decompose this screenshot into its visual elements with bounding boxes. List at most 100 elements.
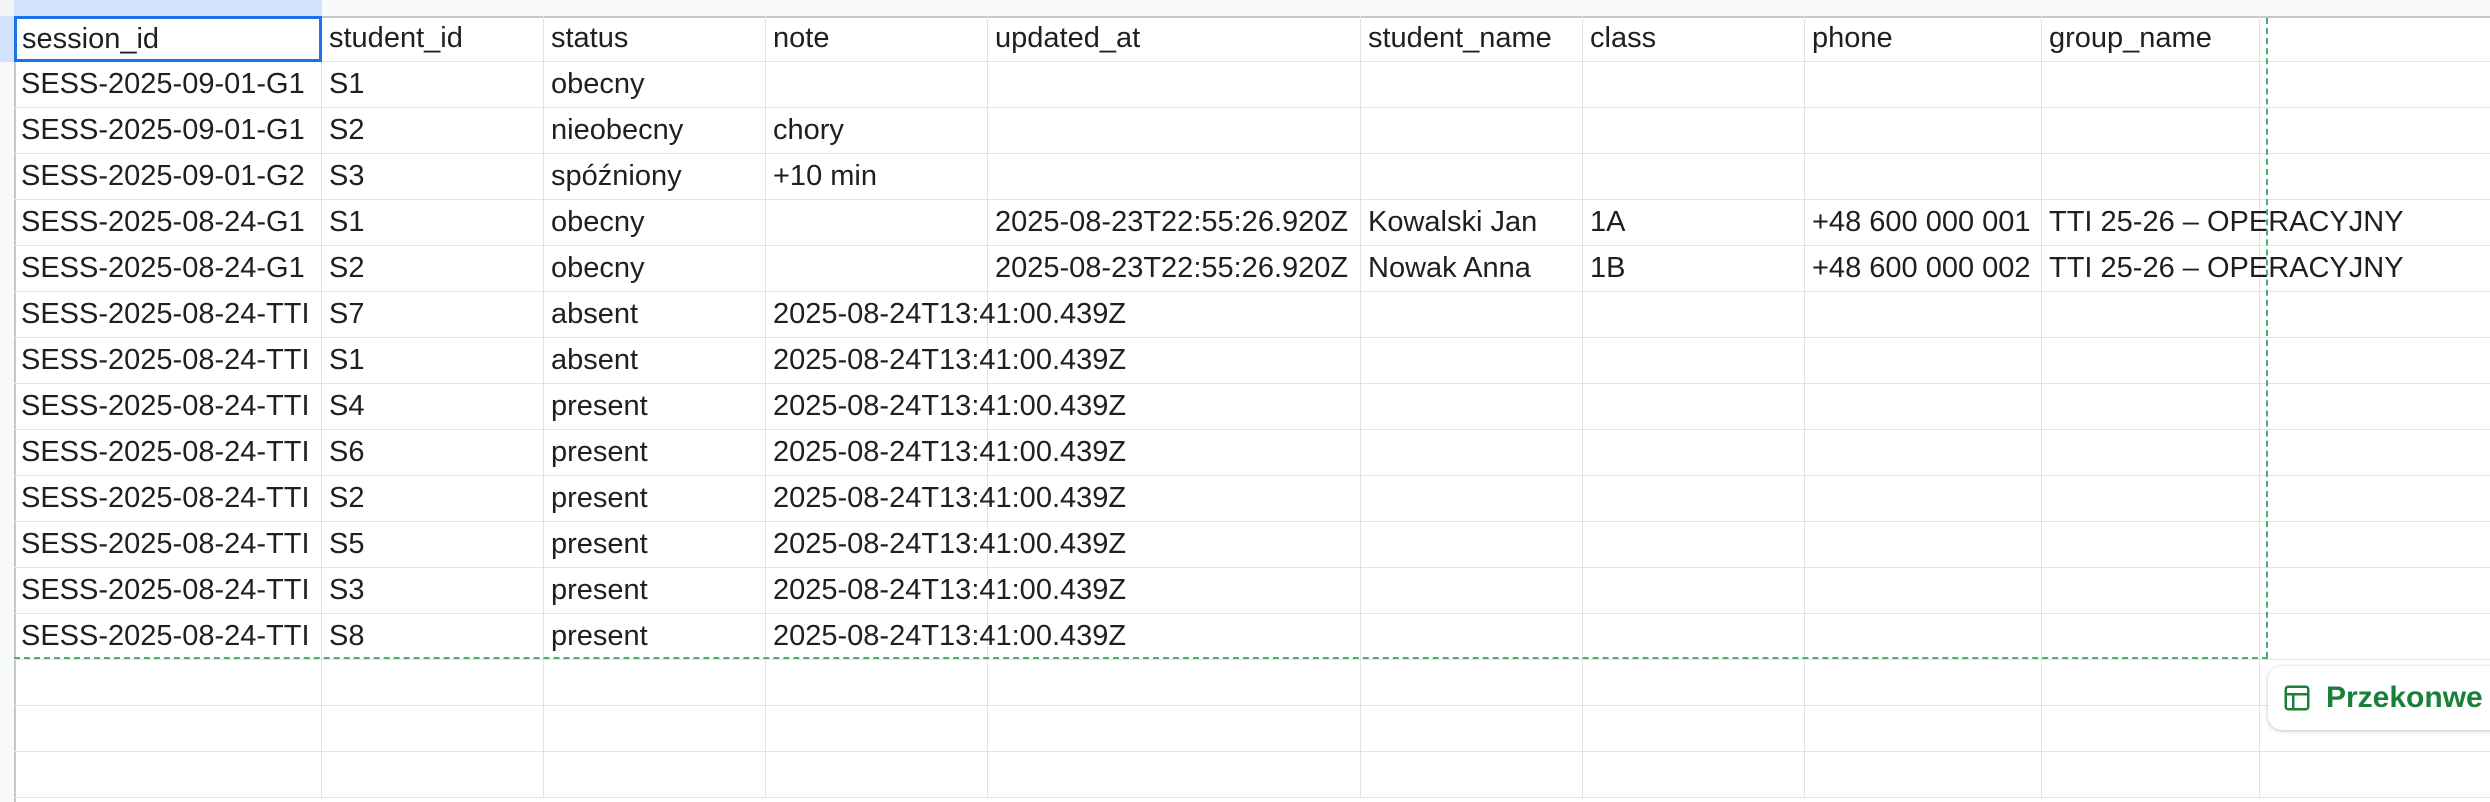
data-cell[interactable]	[2042, 154, 2260, 200]
data-cell[interactable]: S3	[322, 568, 544, 614]
data-cell[interactable]: present	[544, 522, 766, 568]
data-cell[interactable]	[2042, 706, 2260, 752]
data-cell[interactable]	[1805, 430, 2042, 476]
data-cell[interactable]	[988, 62, 1361, 108]
data-cell[interactable]	[1361, 660, 1583, 706]
data-cell[interactable]	[1361, 384, 1583, 430]
data-cell[interactable]	[1361, 752, 1583, 798]
data-cell[interactable]	[1805, 706, 2042, 752]
convert-to-table-chip[interactable]: Przekonwe	[2268, 666, 2490, 730]
data-cell[interactable]: 1A	[1583, 200, 1805, 246]
data-cell[interactable]	[2260, 476, 2490, 522]
data-cell[interactable]	[1361, 108, 1583, 154]
data-cell[interactable]	[2260, 568, 2490, 614]
header-cell[interactable]: updated_at	[988, 16, 1361, 62]
header-cell[interactable]: status	[544, 16, 766, 62]
data-cell[interactable]	[1361, 430, 1583, 476]
data-cell[interactable]	[1583, 338, 1805, 384]
data-cell[interactable]: 2025-08-24T13:41:00.439Z	[766, 522, 1126, 568]
data-cell[interactable]	[1583, 430, 1805, 476]
data-cell[interactable]: SESS-2025-08-24-TTI	[14, 384, 322, 430]
data-cell[interactable]: obecny	[544, 200, 766, 246]
data-cell[interactable]: S1	[322, 338, 544, 384]
data-cell[interactable]	[1805, 660, 2042, 706]
data-cell[interactable]	[988, 522, 1361, 568]
data-cell[interactable]	[988, 338, 1361, 384]
data-cell[interactable]	[2042, 108, 2260, 154]
data-cell[interactable]	[988, 154, 1361, 200]
data-cell[interactable]	[544, 706, 766, 752]
data-cell[interactable]: 2025-08-24T13:41:00.439Z	[766, 476, 1126, 522]
data-cell[interactable]	[1361, 62, 1583, 108]
data-cell[interactable]	[2042, 430, 2260, 476]
data-cell[interactable]: present	[544, 568, 766, 614]
data-cell[interactable]: present	[544, 476, 766, 522]
data-cell[interactable]: +48 600 000 001	[1805, 200, 2042, 246]
data-cell[interactable]	[988, 752, 1361, 798]
data-cell[interactable]: present	[544, 384, 766, 430]
data-cell[interactable]: SESS-2025-08-24-G1	[14, 246, 322, 292]
data-cell[interactable]	[1805, 154, 2042, 200]
data-cell[interactable]	[988, 706, 1361, 752]
data-cell[interactable]	[2260, 62, 2490, 108]
data-cell[interactable]: SESS-2025-08-24-TTI	[14, 292, 322, 338]
data-cell[interactable]: S2	[322, 246, 544, 292]
data-cell[interactable]: SESS-2025-09-01-G1	[14, 62, 322, 108]
data-cell[interactable]	[544, 752, 766, 798]
data-cell[interactable]	[2042, 62, 2260, 108]
data-cell[interactable]	[1361, 154, 1583, 200]
data-cell[interactable]	[2260, 430, 2490, 476]
data-cell[interactable]: nieobecny	[544, 108, 766, 154]
data-cell[interactable]	[988, 384, 1361, 430]
data-cell[interactable]: S2	[322, 108, 544, 154]
header-cell[interactable]: student_id	[322, 16, 544, 62]
data-cell[interactable]	[766, 752, 988, 798]
data-cell[interactable]: +48 600 000 002	[1805, 246, 2042, 292]
data-cell[interactable]	[988, 568, 1361, 614]
selected-column-header[interactable]	[14, 0, 322, 16]
data-cell[interactable]: present	[544, 614, 766, 660]
data-cell[interactable]: obecny	[544, 62, 766, 108]
data-cell[interactable]	[1805, 62, 2042, 108]
data-cell[interactable]	[1583, 154, 1805, 200]
data-cell[interactable]	[2260, 338, 2490, 384]
header-cell[interactable]: note	[766, 16, 988, 62]
data-cell[interactable]: SESS-2025-08-24-TTI	[14, 614, 322, 660]
data-cell[interactable]	[766, 246, 988, 292]
data-cell[interactable]	[1805, 522, 2042, 568]
data-cell[interactable]	[1805, 292, 2042, 338]
data-cell[interactable]	[766, 200, 988, 246]
data-cell[interactable]	[1583, 660, 1805, 706]
data-cell[interactable]	[2042, 338, 2260, 384]
data-cell[interactable]: 2025-08-24T13:41:00.439Z	[766, 338, 1126, 384]
data-cell[interactable]	[988, 476, 1361, 522]
data-cell[interactable]: Nowak Anna	[1361, 246, 1583, 292]
data-cell[interactable]	[766, 706, 988, 752]
data-cell[interactable]	[1361, 706, 1583, 752]
data-cell[interactable]	[1583, 752, 1805, 798]
data-cell[interactable]	[2260, 108, 2490, 154]
data-cell[interactable]	[14, 706, 322, 752]
data-cell[interactable]: spóźniony	[544, 154, 766, 200]
data-cell[interactable]	[1805, 338, 2042, 384]
data-cell[interactable]: S4	[322, 384, 544, 430]
data-cell[interactable]	[1361, 568, 1583, 614]
data-cell[interactable]	[2260, 200, 2490, 246]
data-cell[interactable]	[2042, 752, 2260, 798]
data-cell[interactable]	[2260, 246, 2490, 292]
data-cell[interactable]	[1805, 568, 2042, 614]
data-cell[interactable]: S2	[322, 476, 544, 522]
header-cell[interactable]: student_name	[1361, 16, 1583, 62]
data-cell[interactable]: 2025-08-24T13:41:00.439Z	[766, 292, 1126, 338]
data-cell[interactable]: 1B	[1583, 246, 1805, 292]
data-cell[interactable]: absent	[544, 292, 766, 338]
data-cell[interactable]	[1805, 476, 2042, 522]
data-cell[interactable]	[544, 660, 766, 706]
data-cell[interactable]: SESS-2025-09-01-G1	[14, 108, 322, 154]
data-cell[interactable]: obecny	[544, 246, 766, 292]
data-cell[interactable]	[1583, 384, 1805, 430]
data-cell[interactable]: 2025-08-23T22:55:26.920Z	[988, 246, 1361, 292]
data-cell[interactable]	[988, 108, 1361, 154]
data-cell[interactable]	[1805, 614, 2042, 660]
data-cell[interactable]: Kowalski Jan	[1361, 200, 1583, 246]
